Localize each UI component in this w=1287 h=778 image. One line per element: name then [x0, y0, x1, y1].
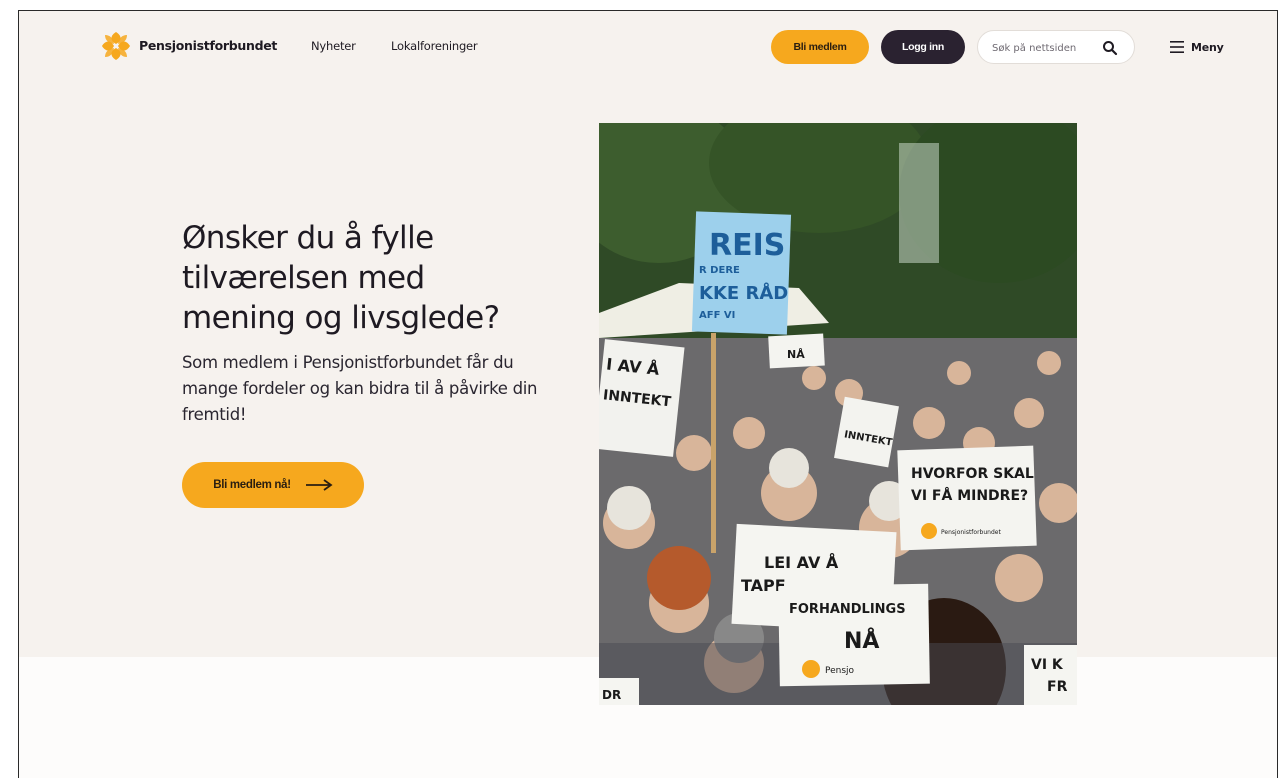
sign-pensjo: Pensjo: [825, 666, 855, 676]
become-member-now-button[interactable]: Bli medlem nå!: [182, 462, 364, 508]
pensjonistforbundet-logo-icon[interactable]: [99, 29, 133, 63]
page-frame: Pensjonistforbundet Nyheter Lokalforenin…: [18, 10, 1278, 778]
nav-link-lokalforeninger[interactable]: Lokalforeninger: [391, 39, 478, 53]
search-input[interactable]: [992, 39, 1104, 57]
brand-name[interactable]: Pensjonistforbundet: [139, 38, 277, 53]
sign-kke-rad: KKE RÅD: [699, 281, 788, 304]
protest-crowd-image: REIS R DERE KKE RÅD AFF VI NÅ I AV Å INN…: [599, 123, 1077, 705]
sign-r-dere: R DERE: [699, 265, 740, 276]
site-header: Pensjonistforbundet Nyheter Lokalforenin…: [19, 11, 1277, 83]
login-button[interactable]: Logg inn: [881, 30, 965, 64]
hero-subtext: Som medlem i Pensjonistforbundet får du …: [182, 353, 538, 424]
sign-aff-vi: AFF VI: [699, 310, 735, 321]
sign-fr: FR: [1047, 679, 1068, 695]
hero-headline: Ønsker du å fylle tilværelsen med mening…: [182, 220, 500, 336]
become-member-button[interactable]: Bli medlem: [771, 30, 869, 64]
nav-link-nyheter[interactable]: Nyheter: [311, 39, 356, 53]
sign-dr: DR: [602, 688, 621, 702]
hamburger-menu-icon: [1170, 41, 1184, 53]
search-icon[interactable]: [1102, 40, 1118, 56]
sign-na-large: NÅ: [844, 628, 879, 654]
sign-vi-k: VI K: [1031, 657, 1064, 673]
hero-photo-protest: REIS R DERE KKE RÅD AFF VI NÅ I AV Å INN…: [599, 123, 1077, 705]
sign-lei-av-a: LEI AV Å: [764, 553, 839, 572]
cta-label: Bli medlem nå!: [213, 479, 291, 491]
sign-vi-fa-mindre: VI FÅ MINDRE?: [911, 487, 1028, 504]
search-box[interactable]: [977, 30, 1135, 64]
sign-hvorfor-skal: HVORFOR SKAL: [911, 466, 1034, 482]
sign-reis: REIS: [709, 228, 785, 263]
menu-button[interactable]: Meny: [1169, 37, 1224, 57]
sign-na-small: NÅ: [787, 348, 805, 361]
menu-label: Meny: [1191, 40, 1224, 54]
arrow-right-icon: [305, 479, 333, 491]
sign-forhandlings: FORHANDLINGS: [789, 602, 906, 617]
sign-logo-text: Pensjonistforbundet: [941, 529, 1001, 536]
